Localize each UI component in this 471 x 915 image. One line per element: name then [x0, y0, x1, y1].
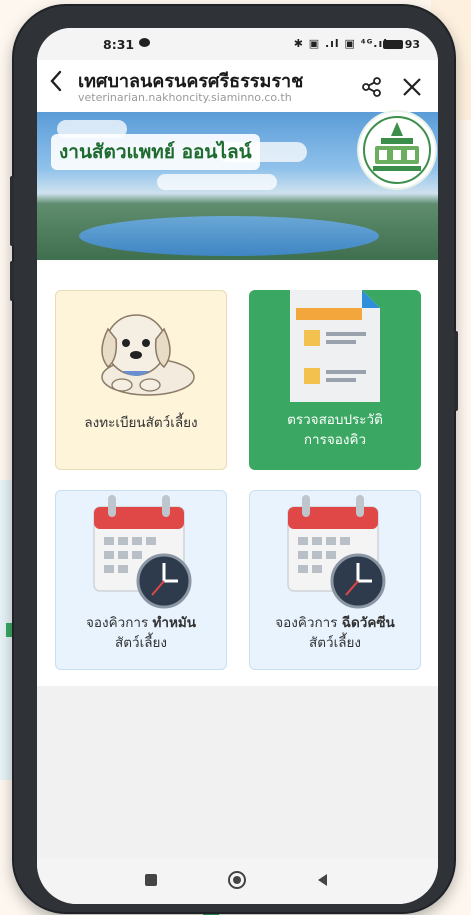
share-icon	[362, 77, 381, 97]
signal-icons: ✱ ▣ .ıl ▣ ⁴ᴳ.ıl	[293, 37, 388, 50]
power-button	[454, 331, 458, 411]
municipality-seal-logo	[359, 112, 435, 188]
book-vaccination-card[interactable]: จองคิวการ ฉีดวัคซีน สัตว์เลี้ยง	[249, 490, 421, 670]
side-button	[10, 261, 14, 301]
check-history-label: ตรวจสอบประวัติ การจองคิว	[249, 410, 421, 450]
vaccination-bold: ฉีดวัคซีน	[341, 615, 395, 631]
volume-button	[10, 176, 14, 246]
vaccination-line2: สัตว์เลี้ยง	[309, 635, 361, 651]
register-pet-card[interactable]: ลงทะเบียนสัตว์เลี้ยง	[55, 290, 227, 470]
lake-image	[79, 216, 379, 256]
back-button[interactable]	[47, 68, 65, 99]
home-button[interactable]	[227, 870, 247, 894]
battery-indicator: 93	[382, 38, 420, 51]
calendar-clock-icon	[93, 495, 192, 609]
circle-icon	[228, 871, 246, 889]
banner-title: งานสัตวแพทย์ ออนไลน์	[51, 134, 260, 170]
battery-icon	[382, 40, 403, 49]
vaccination-label: จองคิวการ ฉีดวัคซีน สัตว์เลี้ยง	[250, 613, 420, 653]
chat-notification-icon	[139, 38, 150, 47]
menu-container: ลงทะเบียนสัตว์เลี้ยง ตรวจสอบประวัติ การจ…	[37, 260, 438, 686]
sterilization-line2: สัตว์เลี้ยง	[115, 635, 167, 651]
chevron-left-icon	[50, 70, 62, 92]
phone-screen: 8:31 ✱ ▣ .ıl ▣ ⁴ᴳ.ıl 93 เทศบาลนครนครศรีธ…	[37, 28, 438, 904]
page-url: veterinarian.nakhoncity.siaminno.co.th	[78, 91, 292, 104]
status-time: 8:31	[103, 37, 135, 52]
webview-header: เทศบาลนครนครศรีธรรมราช veterinarian.nakh…	[37, 60, 438, 112]
check-history-line2: การจองคิว	[303, 432, 367, 448]
register-pet-label: ลงทะเบียนสัตว์เลี้ยง	[84, 415, 198, 431]
vaccination-prefix: จองคิวการ	[275, 615, 342, 631]
close-icon	[403, 78, 421, 96]
system-back-button[interactable]	[315, 872, 331, 892]
check-booking-history-card[interactable]: ตรวจสอบประวัติ การจองคิว	[249, 290, 421, 470]
cloud-decoration	[157, 174, 277, 190]
document-icon	[290, 290, 380, 402]
sterilization-bold: ทำหมัน	[152, 615, 197, 631]
sterilization-prefix: จองคิวการ	[85, 615, 153, 631]
recent-apps-button[interactable]	[143, 872, 159, 892]
empty-area	[37, 686, 438, 864]
hero-banner: งานสัตวแพทย์ ออนไลน์	[37, 112, 438, 260]
puppy-icon	[101, 314, 195, 396]
system-navigation-bar	[37, 858, 438, 904]
check-history-line1: ตรวจสอบประวัติ	[287, 412, 383, 428]
calendar-clock-icon	[287, 495, 386, 609]
close-button[interactable]	[401, 70, 423, 103]
book-sterilization-card[interactable]: จองคิวการ ทำหมัน สัตว์เลี้ยง	[55, 490, 227, 670]
square-icon	[145, 874, 157, 886]
share-button[interactable]	[361, 76, 383, 98]
triangle-back-icon	[318, 874, 327, 886]
battery-level: 93	[404, 38, 420, 51]
sterilization-label: จองคิวการ ทำหมัน สัตว์เลี้ยง	[56, 613, 226, 653]
status-bar: 8:31 ✱ ▣ .ıl ▣ ⁴ᴳ.ıl 93	[37, 28, 438, 60]
